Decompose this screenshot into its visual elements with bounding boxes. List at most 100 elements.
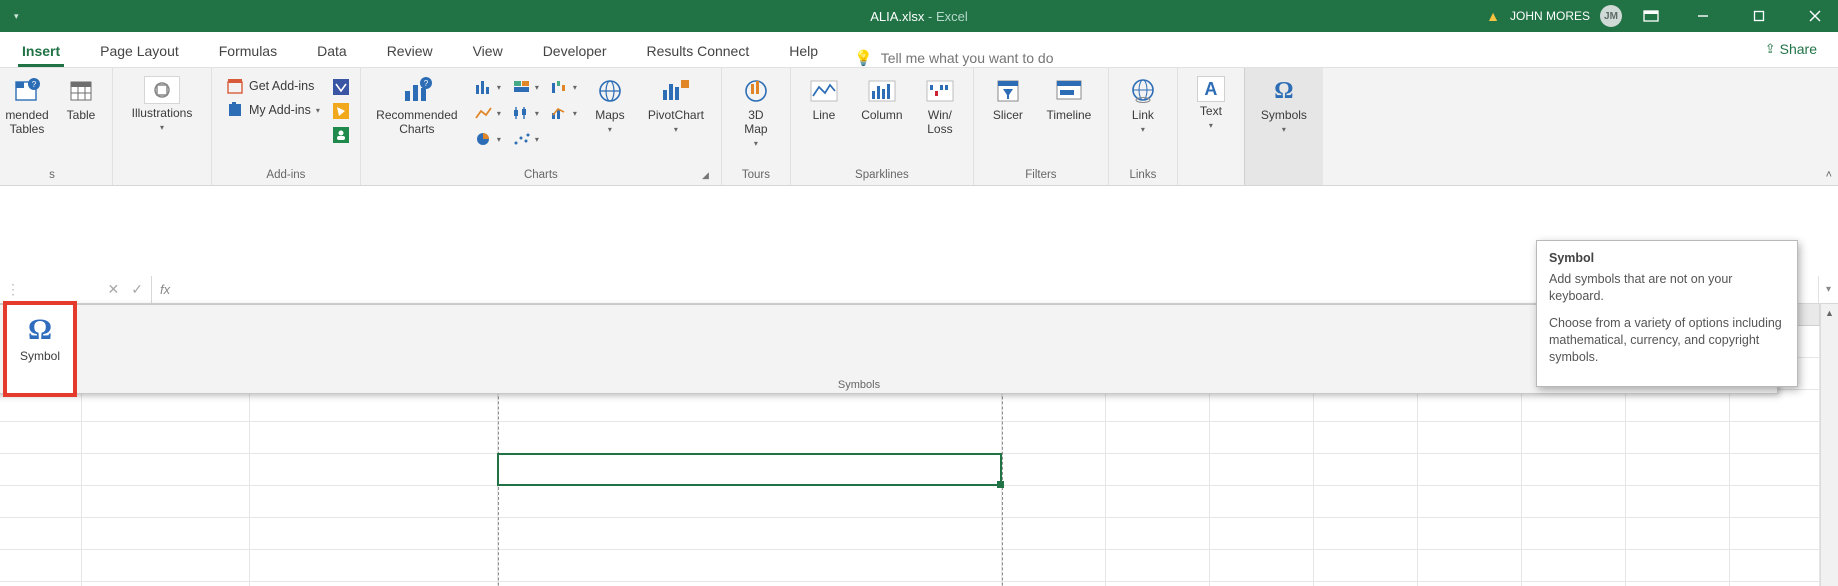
tooltip-title: Symbol: [1549, 251, 1785, 265]
tab-page-layout[interactable]: Page Layout: [96, 37, 183, 67]
illustrations-button[interactable]: Illustrations ▾: [123, 74, 201, 132]
waterfall-chart-button[interactable]: ▾: [547, 76, 579, 98]
tab-formulas[interactable]: Formulas: [215, 37, 281, 67]
avatar[interactable]: JM: [1600, 5, 1622, 27]
tab-review[interactable]: Review: [383, 37, 437, 67]
tell-me-input[interactable]: [881, 50, 1111, 66]
addins-icon: [226, 102, 244, 118]
symbol-tooltip: Symbol Add symbols that are not on your …: [1536, 240, 1798, 387]
enter-icon[interactable]: ✓: [131, 281, 143, 298]
column-chart-button[interactable]: ▾: [471, 76, 503, 98]
scatter-chart-button[interactable]: ▾: [509, 128, 541, 150]
fx-icon[interactable]: fx: [152, 282, 178, 297]
ribbon-display-options-icon[interactable]: [1632, 10, 1670, 22]
window-title: ALIA.xlsx - Excel: [870, 9, 968, 24]
tab-developer[interactable]: Developer: [539, 37, 611, 67]
group-text: A Text ▾: [1178, 68, 1244, 185]
maximize-button[interactable]: [1736, 0, 1782, 32]
visio-icon[interactable]: [332, 78, 350, 96]
group-tables: ? mended Tables Table s: [0, 68, 113, 185]
get-addins-button[interactable]: Get Add-ins: [222, 76, 324, 96]
chart-gallery: ▾ ▾ ▾ ▾ ▾ ▾ ▾ ▾: [471, 74, 579, 150]
share-button[interactable]: ⇪ Share: [1758, 38, 1824, 60]
symbols-button[interactable]: Ω Symbols ▾: [1255, 74, 1313, 134]
formula-bar-grip[interactable]: ⋮: [0, 281, 26, 298]
minimize-button[interactable]: [1680, 0, 1726, 32]
group-addins: Get Add-ins My Add-ins ▾ Add-ins: [212, 68, 361, 185]
group-tours: 3D Map ▾ Tours: [722, 68, 791, 185]
text-icon: A: [1197, 76, 1225, 102]
ribbon-tabs: Insert Page Layout Formulas Data Review …: [0, 32, 1838, 68]
title-bar: ▾ ALIA.xlsx - Excel ▲ JOHN MORES JM: [0, 0, 1838, 32]
slicer-icon: [995, 76, 1021, 106]
store-icon: [226, 78, 244, 94]
cancel-icon[interactable]: ✕: [108, 281, 120, 298]
svg-text:?: ?: [424, 79, 429, 88]
timeline-button[interactable]: Timeline: [1040, 74, 1098, 122]
share-label: Share: [1780, 41, 1817, 57]
tell-me-search[interactable]: 💡: [854, 49, 1111, 67]
slicer-button[interactable]: Slicer: [984, 74, 1032, 122]
recommended-charts-icon: ?: [402, 76, 432, 106]
pivotchart-button[interactable]: PivotChart ▾: [641, 74, 711, 134]
group-label-filters: Filters: [984, 166, 1098, 185]
sparkline-line-button[interactable]: Line: [801, 74, 847, 122]
sparkline-winloss-icon: [926, 76, 954, 106]
group-links: Link ▾ Links: [1109, 68, 1178, 185]
chevron-down-icon: ▾: [160, 123, 164, 132]
group-label-links: Links: [1119, 166, 1167, 185]
title-sep: -: [924, 9, 936, 24]
chevron-down-icon: ▾: [1282, 125, 1286, 134]
link-button[interactable]: Link ▾: [1119, 74, 1167, 134]
group-charts: ? Recommended Charts ▾ ▾ ▾ ▾ ▾ ▾ ▾ ▾: [361, 68, 722, 185]
chevron-down-icon: ▾: [1209, 121, 1213, 130]
tab-help[interactable]: Help: [785, 37, 822, 67]
pivotchart-icon: [661, 76, 691, 106]
sparkline-column-icon: [868, 76, 896, 106]
sparkline-column-button[interactable]: Column: [855, 74, 909, 122]
collapse-ribbon-icon[interactable]: ˄: [1826, 169, 1832, 181]
app-name: Excel: [936, 9, 968, 24]
statistic-chart-button[interactable]: ▾: [509, 102, 541, 124]
omega-icon: Ω: [1274, 76, 1293, 106]
vertical-scrollbar[interactable]: ▲: [1820, 304, 1838, 586]
user-name[interactable]: JOHN MORES: [1510, 9, 1590, 23]
warning-icon[interactable]: ▲: [1486, 8, 1500, 24]
chevron-down-icon: ▾: [674, 125, 678, 134]
close-button[interactable]: [1792, 0, 1838, 32]
title-right: ▲ JOHN MORES JM: [1486, 0, 1838, 32]
dialog-launcher-icon[interactable]: ◢: [702, 170, 709, 181]
combo-chart-button[interactable]: ▾: [547, 102, 579, 124]
tab-data[interactable]: Data: [313, 37, 351, 67]
tab-view[interactable]: View: [469, 37, 507, 67]
tab-results-connect[interactable]: Results Connect: [643, 37, 754, 67]
recommended-pivot-tables-button[interactable]: ? mended Tables: [2, 74, 52, 136]
group-illustrations: Illustrations ▾: [113, 68, 212, 185]
tab-insert[interactable]: Insert: [18, 37, 64, 67]
line-chart-button[interactable]: ▾: [471, 102, 503, 124]
sparkline-line-icon: [810, 76, 838, 106]
people-graph-icon[interactable]: [332, 126, 350, 144]
sparkline-winloss-button[interactable]: Win/ Loss: [917, 74, 963, 136]
qat-customize-icon[interactable]: ▾: [10, 11, 23, 22]
link-icon: [1129, 76, 1157, 106]
text-button[interactable]: A Text ▾: [1188, 74, 1234, 130]
pivot-table-icon: ?: [14, 76, 40, 106]
3d-map-button[interactable]: 3D Map ▾: [732, 74, 780, 148]
chevron-down-icon: ▾: [754, 139, 758, 148]
recommended-charts-button[interactable]: ? Recommended Charts: [371, 74, 463, 136]
group-label-charts: Charts◢: [371, 166, 711, 185]
expand-formula-bar-icon[interactable]: ▾: [1818, 276, 1838, 303]
bing-maps-icon[interactable]: [332, 102, 350, 120]
table-button[interactable]: Table: [60, 74, 102, 122]
scroll-up-icon[interactable]: ▲: [1821, 304, 1838, 322]
group-label-tables: s: [2, 166, 102, 185]
pie-chart-button[interactable]: ▾: [471, 128, 503, 150]
group-label-addins: Add-ins: [222, 166, 350, 185]
maps-button[interactable]: Maps ▾: [587, 74, 633, 134]
hierarchy-chart-button[interactable]: ▾: [509, 76, 541, 98]
chevron-down-icon: ▾: [316, 106, 320, 115]
tooltip-text-2: Choose from a variety of options includi…: [1549, 315, 1785, 366]
chevron-down-icon: ▾: [608, 125, 612, 134]
my-addins-button[interactable]: My Add-ins ▾: [222, 100, 324, 120]
